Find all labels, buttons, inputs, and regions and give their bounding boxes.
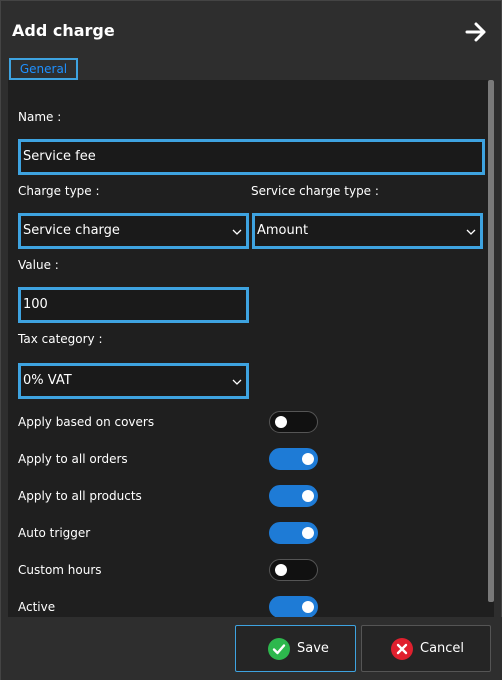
toggle-label-custom-hours: Custom hours bbox=[18, 563, 102, 577]
value-input[interactable]: 100 bbox=[18, 287, 249, 323]
dialog-title: Add charge bbox=[12, 21, 115, 40]
check-circle-icon bbox=[268, 638, 290, 660]
scrollbar[interactable] bbox=[488, 80, 494, 602]
toggle-apply-based-on-covers[interactable] bbox=[269, 411, 318, 433]
chevron-down-icon bbox=[232, 379, 242, 385]
chevron-down-icon bbox=[232, 229, 242, 235]
title-bar: Add charge bbox=[1, 1, 502, 59]
tax-category-label: Tax category : bbox=[18, 332, 103, 346]
toggle-label-apply-to-all-products: Apply to all products bbox=[18, 489, 142, 503]
service-charge-type-value: Amount bbox=[257, 223, 309, 238]
save-button-label: Save bbox=[297, 641, 329, 656]
toggle-active[interactable] bbox=[269, 596, 318, 617]
add-charge-dialog: Add charge General Name : Service fee Ch… bbox=[0, 0, 502, 680]
cancel-button-label: Cancel bbox=[420, 641, 465, 656]
charge-type-select[interactable]: Service charge bbox=[18, 213, 249, 249]
toggle-label-auto-trigger: Auto trigger bbox=[18, 526, 91, 540]
tab-general[interactable]: General bbox=[9, 58, 78, 80]
toggle-label-active: Active bbox=[18, 600, 56, 614]
name-input[interactable]: Service fee bbox=[18, 139, 485, 175]
dialog-footer: Save Cancel bbox=[1, 617, 502, 680]
cancel-button[interactable]: Cancel bbox=[361, 625, 491, 672]
service-charge-type-select[interactable]: Amount bbox=[252, 213, 483, 249]
value-label: Value : bbox=[18, 258, 59, 272]
toggle-label-apply-to-all-orders: Apply to all orders bbox=[18, 452, 128, 466]
toggle-custom-hours[interactable] bbox=[269, 559, 318, 581]
name-label: Name : bbox=[18, 110, 62, 124]
arrow-right-icon[interactable] bbox=[465, 22, 487, 42]
toggle-apply-to-all-orders[interactable] bbox=[269, 448, 318, 470]
toggle-knob bbox=[302, 490, 314, 502]
toggle-label-apply-based-on-covers: Apply based on covers bbox=[18, 415, 155, 429]
charge-type-label: Charge type : bbox=[18, 184, 100, 198]
toggle-knob bbox=[302, 601, 314, 613]
chevron-down-icon bbox=[466, 229, 476, 235]
tax-category-select[interactable]: 0% VAT bbox=[18, 363, 249, 399]
toggle-apply-to-all-products[interactable] bbox=[269, 485, 318, 507]
form-panel: Name : Service fee Charge type : Service… bbox=[8, 80, 494, 617]
toggle-knob bbox=[302, 527, 314, 539]
toggle-knob bbox=[302, 453, 314, 465]
toggle-knob bbox=[275, 564, 287, 576]
charge-type-value: Service charge bbox=[23, 223, 120, 238]
save-button[interactable]: Save bbox=[235, 625, 356, 672]
service-charge-type-label: Service charge type : bbox=[251, 184, 379, 198]
x-circle-icon bbox=[391, 638, 413, 660]
toggle-auto-trigger[interactable] bbox=[269, 522, 318, 544]
tax-category-value: 0% VAT bbox=[23, 373, 72, 388]
toggle-knob bbox=[275, 416, 287, 428]
